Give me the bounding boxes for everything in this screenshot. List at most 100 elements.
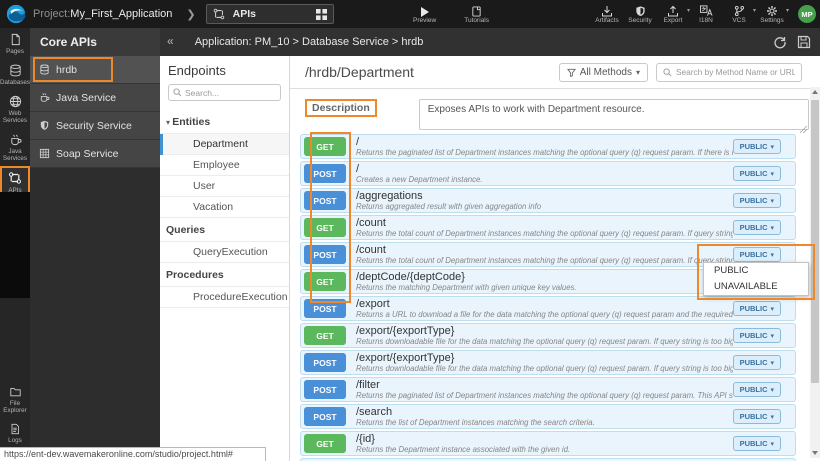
wavemaker-logo-icon [5,3,27,25]
core-api-item-label: Java Service [56,92,116,104]
scroll-up-icon[interactable] [810,87,820,97]
access-dropdown-button[interactable]: PUBLIC [733,139,781,154]
endpoints-section-queries[interactable]: Queries [160,218,289,242]
method-badge: POST [304,164,346,183]
pages-icon [9,33,22,46]
endpoint-path: / [356,136,733,148]
entities-list: Department Employee User Vacation [160,134,289,218]
endpoint-path: /export [356,298,733,310]
endpoints-section-entities[interactable]: Entities [160,110,289,134]
export-button[interactable]: Export [660,4,686,24]
endpoint-description: Returns the paginated list of Department… [356,148,733,157]
refresh-button[interactable] [773,35,787,49]
endpoint-description: Returns the total count of Department in… [356,256,733,265]
sidebar-item-file-explorer[interactable]: File Explorer [0,381,30,418]
access-dropdown-button[interactable]: PUBLIC [733,355,781,370]
endpoint-path: /count [356,244,733,256]
endpoint-entity-item[interactable]: Vacation [160,197,289,218]
endpoint-entity-item[interactable]: Department [160,134,289,155]
core-api-item-security-service[interactable]: Security Service [30,112,160,140]
method-badge: POST [304,380,346,399]
access-dropdown-button[interactable]: PUBLIC [733,166,781,181]
sidebar-item-databases[interactable]: Databases [0,59,30,90]
access-dropdown-button[interactable]: PUBLIC [733,409,781,424]
endpoint-path: /count [356,217,733,229]
endpoint-description: Creates a new Department instance. [356,175,733,184]
core-api-item-java-service[interactable]: Java Service [30,84,160,112]
access-dropdown-button[interactable]: PUBLIC [733,247,781,262]
sidebar-item-web-services[interactable]: Web Services [0,90,30,128]
left-nav-strip: Pages Databases Web Services Java Servic… [0,28,30,461]
api-endpoint-row: POST /filter Returns the paginated list … [300,377,796,402]
sidebar-item-java-services[interactable]: Java Services [0,128,30,166]
database-icon [39,64,50,75]
description-label: Description [305,99,377,117]
tutorials-icon [471,4,482,17]
security-button[interactable]: Security [627,4,653,24]
endpoint-description: Returns downloadable file for the data m… [356,337,733,346]
method-search-input[interactable] [676,67,795,77]
method-badge: POST [304,191,346,210]
endpoint-procedure-item[interactable]: ProcedureExecution [160,287,289,308]
filter-icon [567,68,576,77]
api-endpoint-row: GET /count Returns the total count of De… [300,215,796,240]
scroll-down-icon[interactable] [810,448,820,458]
endpoint-rows-list: GET / Returns the paginated list of Depa… [290,134,820,461]
save-button[interactable] [797,35,811,49]
vcs-button[interactable]: VCS [726,4,752,24]
strip-divider [0,192,30,298]
active-tool-selector[interactable]: APIs [206,4,334,24]
access-dropdown-button[interactable]: PUBLIC [733,382,781,397]
api-endpoint-row: POST /export/{exportType} Returns downlo… [300,350,796,375]
endpoint-query-item[interactable]: QueryExecution [160,242,289,263]
description-textarea[interactable]: Exposes APIs to work with Department res… [419,99,809,130]
preview-button[interactable]: Preview [412,4,438,24]
method-search[interactable] [656,63,802,82]
core-api-item-label: Soap Service [56,148,118,160]
folder-icon [9,386,22,398]
apis-icon [8,171,22,185]
soap-icon [39,148,50,159]
play-icon [421,4,429,17]
method-badge: GET [304,137,346,156]
endpoints-search-input[interactable] [185,88,275,98]
endpoints-search[interactable] [168,84,281,101]
endpoints-title: Endpoints [160,56,289,82]
grid-icon[interactable] [316,9,327,20]
core-api-item-hrdb[interactable]: hrdb [30,56,160,84]
settings-button[interactable]: Settings [759,4,785,24]
access-dropdown-button[interactable]: PUBLIC [733,328,781,343]
access-dropdown-button[interactable]: PUBLIC [733,436,781,451]
scrollbar-thumb[interactable] [811,100,819,383]
export-icon [667,4,679,17]
methods-filter-dropdown[interactable]: All Methods [559,63,648,82]
database-icon [9,64,22,77]
i18n-button[interactable]: I18N [693,4,719,24]
access-dropdown-button[interactable]: PUBLIC [733,301,781,316]
endpoint-description: Returns the Department instance associat… [356,445,733,454]
endpoints-section-procedures[interactable]: Procedures [160,263,289,287]
gear-icon [766,4,778,17]
tutorials-button[interactable]: Tutorials [464,4,490,24]
collapse-panel-icon[interactable]: « [160,34,181,50]
vertical-scrollbar[interactable] [810,87,820,458]
user-avatar[interactable]: MP [798,5,816,23]
sidebar-item-logs[interactable]: Logs [0,418,30,448]
access-option[interactable]: PUBLIC [704,263,808,279]
sidebar-item-pages[interactable]: Pages [0,28,30,59]
artifacts-button[interactable]: Artifacts [594,4,620,24]
method-badge: POST [304,245,346,264]
api-endpoint-row: GET /{id} Returns the Department instanc… [300,431,796,456]
endpoint-description: Returns the paginated list of Department… [356,391,733,400]
access-dropdown-button[interactable]: PUBLIC [733,220,781,235]
method-badge: GET [304,326,346,345]
method-badge: POST [304,353,346,372]
access-option[interactable]: UNAVAILABLE [704,279,808,295]
main-header: /hrdb/Department All Methods [290,56,820,89]
endpoint-entity-item[interactable]: User [160,176,289,197]
access-dropdown-button[interactable]: PUBLIC [733,193,781,208]
core-api-item-soap-service[interactable]: Soap Service [30,140,160,168]
core-api-item-label: hrdb [56,64,77,76]
endpoint-entity-item[interactable]: Employee [160,155,289,176]
endpoint-path: / [356,163,733,175]
